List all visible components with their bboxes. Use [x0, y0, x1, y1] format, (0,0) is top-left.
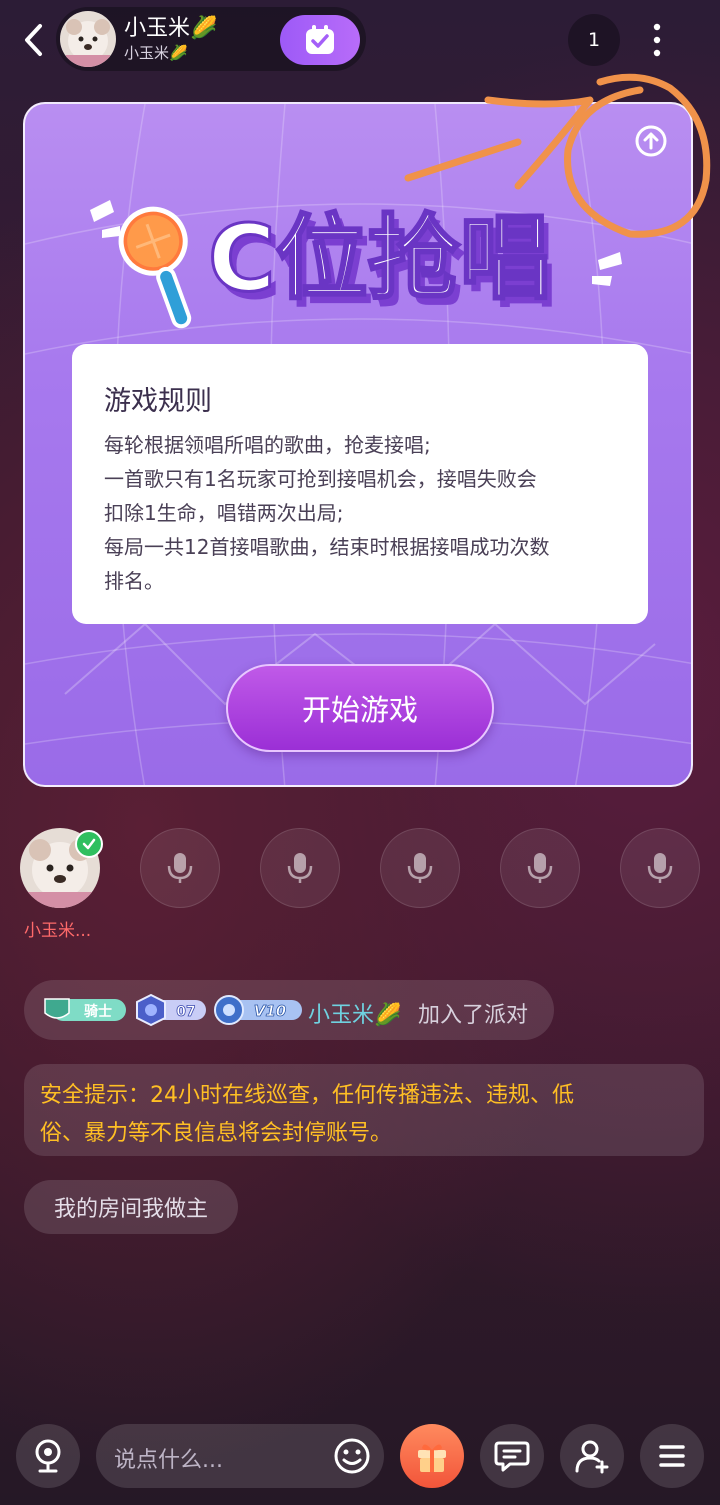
microphone-icon: [647, 853, 673, 883]
gift-icon: [418, 1444, 446, 1472]
empty-mic-seat[interactable]: [620, 828, 700, 908]
join-text: 加入了派对: [418, 1003, 529, 1028]
room-subtitle: 小玉米🌽: [124, 44, 188, 62]
microphone-icon: [167, 853, 193, 883]
room-title: 小玉米🌽: [124, 16, 218, 41]
vip-badge-icon: V10: [214, 995, 302, 1025]
calendar-check-icon: [306, 25, 334, 54]
microphone-icon: [527, 853, 553, 883]
level-badge-icon: 07: [136, 993, 206, 1027]
more-menu-button[interactable]: [640, 14, 674, 66]
more-vertical-icon: [653, 23, 661, 57]
welcome-message: 我的房间我做主: [24, 1180, 238, 1234]
mic-toggle-button[interactable]: [16, 1424, 80, 1488]
join-username[interactable]: 小玉米🌽: [308, 997, 401, 1029]
hamburger-menu-icon: [659, 1445, 685, 1467]
safety-line: 安全提示：24小时在线巡查，任何传播违法、违规、低: [40, 1083, 574, 1108]
chevron-left-icon: [25, 24, 42, 56]
start-game-button[interactable]: 开始游戏: [226, 664, 494, 752]
empty-mic-seat[interactable]: [260, 828, 340, 908]
microphone-icon: [407, 853, 433, 883]
rule-line: 每轮根据领唱所唱的歌曲，抢麦接唱;: [104, 433, 431, 457]
rule-line: 扣除1生命，唱错两次出局;: [104, 501, 344, 525]
microphone-icon: [287, 853, 313, 883]
chat-bubble-icon: [494, 1441, 530, 1472]
empty-mic-seat[interactable]: [140, 828, 220, 908]
menu-button[interactable]: [640, 1424, 704, 1488]
rule-line: 排名。: [104, 569, 164, 593]
emoji-icon[interactable]: [332, 1436, 372, 1476]
knight-badge-icon: 骑士: [44, 998, 126, 1021]
rule-line: 每局一共12首接唱歌曲，结束时根据接唱成功次数: [104, 535, 550, 559]
annotation-scribble: [404, 73, 711, 238]
online-count-badge[interactable]: 1: [568, 14, 620, 66]
empty-mic-seat[interactable]: [380, 828, 460, 908]
invite-user-button[interactable]: [560, 1424, 624, 1488]
safety-line: 俗、暴力等不良信息将会封停账号。: [40, 1121, 393, 1146]
svg-text:07: 07: [176, 1004, 195, 1020]
back-button[interactable]: [18, 20, 48, 60]
rules-title: 游戏规则: [104, 386, 212, 417]
gift-button[interactable]: [400, 1424, 464, 1488]
empty-mic-seat[interactable]: [500, 828, 580, 908]
room-avatar[interactable]: [60, 11, 116, 67]
svg-text:骑士: 骑士: [84, 1003, 112, 1020]
microphone-icon: [35, 1439, 61, 1473]
chat-input-placeholder[interactable]: 说点什么...: [114, 1442, 223, 1474]
host-name: 小玉米...: [24, 921, 92, 941]
add-user-icon: [575, 1440, 609, 1474]
checkin-button[interactable]: [280, 15, 360, 65]
messages-button[interactable]: [480, 1424, 544, 1488]
svg-text:V10: V10: [254, 1002, 286, 1020]
rule-line: 一首歌只有1名玩家可抢到接唱机会，接唱失败会: [104, 467, 537, 491]
host-verified-icon: [75, 830, 103, 858]
